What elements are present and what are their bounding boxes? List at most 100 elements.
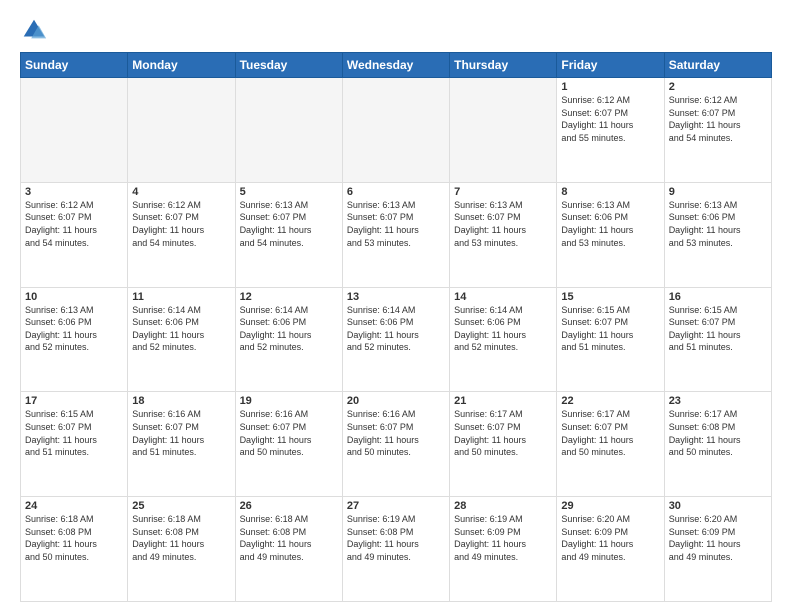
calendar-cell: 30Sunrise: 6:20 AM Sunset: 6:09 PM Dayli… [664, 497, 771, 602]
calendar-cell [235, 78, 342, 183]
calendar-week-3: 10Sunrise: 6:13 AM Sunset: 6:06 PM Dayli… [21, 287, 772, 392]
calendar-header-row: SundayMondayTuesdayWednesdayThursdayFrid… [21, 53, 772, 78]
day-number: 16 [669, 291, 767, 303]
day-info: Sunrise: 6:16 AM Sunset: 6:07 PM Dayligh… [347, 408, 445, 458]
day-number: 30 [669, 500, 767, 512]
day-info: Sunrise: 6:13 AM Sunset: 6:06 PM Dayligh… [25, 304, 123, 354]
calendar-cell: 4Sunrise: 6:12 AM Sunset: 6:07 PM Daylig… [128, 182, 235, 287]
day-info: Sunrise: 6:18 AM Sunset: 6:08 PM Dayligh… [132, 513, 230, 563]
day-info: Sunrise: 6:19 AM Sunset: 6:09 PM Dayligh… [454, 513, 552, 563]
calendar-cell: 14Sunrise: 6:14 AM Sunset: 6:06 PM Dayli… [450, 287, 557, 392]
calendar-cell: 20Sunrise: 6:16 AM Sunset: 6:07 PM Dayli… [342, 392, 449, 497]
day-number: 22 [561, 395, 659, 407]
day-number: 15 [561, 291, 659, 303]
calendar-cell: 10Sunrise: 6:13 AM Sunset: 6:06 PM Dayli… [21, 287, 128, 392]
header [20, 16, 772, 44]
calendar-cell: 8Sunrise: 6:13 AM Sunset: 6:06 PM Daylig… [557, 182, 664, 287]
calendar-cell: 19Sunrise: 6:16 AM Sunset: 6:07 PM Dayli… [235, 392, 342, 497]
day-info: Sunrise: 6:14 AM Sunset: 6:06 PM Dayligh… [240, 304, 338, 354]
calendar-cell: 23Sunrise: 6:17 AM Sunset: 6:08 PM Dayli… [664, 392, 771, 497]
calendar-cell: 22Sunrise: 6:17 AM Sunset: 6:07 PM Dayli… [557, 392, 664, 497]
day-info: Sunrise: 6:20 AM Sunset: 6:09 PM Dayligh… [669, 513, 767, 563]
day-number: 11 [132, 291, 230, 303]
calendar-table: SundayMondayTuesdayWednesdayThursdayFrid… [20, 52, 772, 602]
day-number: 20 [347, 395, 445, 407]
calendar-cell: 28Sunrise: 6:19 AM Sunset: 6:09 PM Dayli… [450, 497, 557, 602]
calendar-cell: 29Sunrise: 6:20 AM Sunset: 6:09 PM Dayli… [557, 497, 664, 602]
calendar-cell: 17Sunrise: 6:15 AM Sunset: 6:07 PM Dayli… [21, 392, 128, 497]
day-number: 12 [240, 291, 338, 303]
calendar-cell: 7Sunrise: 6:13 AM Sunset: 6:07 PM Daylig… [450, 182, 557, 287]
day-info: Sunrise: 6:12 AM Sunset: 6:07 PM Dayligh… [561, 94, 659, 144]
day-info: Sunrise: 6:15 AM Sunset: 6:07 PM Dayligh… [561, 304, 659, 354]
day-info: Sunrise: 6:13 AM Sunset: 6:07 PM Dayligh… [454, 199, 552, 249]
day-number: 28 [454, 500, 552, 512]
day-info: Sunrise: 6:14 AM Sunset: 6:06 PM Dayligh… [347, 304, 445, 354]
day-number: 5 [240, 186, 338, 198]
day-info: Sunrise: 6:14 AM Sunset: 6:06 PM Dayligh… [132, 304, 230, 354]
day-number: 27 [347, 500, 445, 512]
calendar-cell: 3Sunrise: 6:12 AM Sunset: 6:07 PM Daylig… [21, 182, 128, 287]
calendar-cell: 6Sunrise: 6:13 AM Sunset: 6:07 PM Daylig… [342, 182, 449, 287]
calendar-header-monday: Monday [128, 53, 235, 78]
calendar-cell: 11Sunrise: 6:14 AM Sunset: 6:06 PM Dayli… [128, 287, 235, 392]
page: SundayMondayTuesdayWednesdayThursdayFrid… [0, 0, 792, 612]
day-info: Sunrise: 6:15 AM Sunset: 6:07 PM Dayligh… [25, 408, 123, 458]
day-number: 19 [240, 395, 338, 407]
day-info: Sunrise: 6:17 AM Sunset: 6:07 PM Dayligh… [454, 408, 552, 458]
day-number: 3 [25, 186, 123, 198]
day-info: Sunrise: 6:16 AM Sunset: 6:07 PM Dayligh… [240, 408, 338, 458]
day-number: 8 [561, 186, 659, 198]
day-info: Sunrise: 6:12 AM Sunset: 6:07 PM Dayligh… [25, 199, 123, 249]
calendar-week-2: 3Sunrise: 6:12 AM Sunset: 6:07 PM Daylig… [21, 182, 772, 287]
day-number: 18 [132, 395, 230, 407]
day-number: 9 [669, 186, 767, 198]
day-info: Sunrise: 6:12 AM Sunset: 6:07 PM Dayligh… [669, 94, 767, 144]
calendar-cell [450, 78, 557, 183]
calendar-header-thursday: Thursday [450, 53, 557, 78]
calendar-cell: 15Sunrise: 6:15 AM Sunset: 6:07 PM Dayli… [557, 287, 664, 392]
calendar-week-4: 17Sunrise: 6:15 AM Sunset: 6:07 PM Dayli… [21, 392, 772, 497]
day-number: 21 [454, 395, 552, 407]
day-info: Sunrise: 6:16 AM Sunset: 6:07 PM Dayligh… [132, 408, 230, 458]
calendar-cell: 13Sunrise: 6:14 AM Sunset: 6:06 PM Dayli… [342, 287, 449, 392]
calendar-cell [342, 78, 449, 183]
day-info: Sunrise: 6:13 AM Sunset: 6:06 PM Dayligh… [669, 199, 767, 249]
calendar-cell [128, 78, 235, 183]
calendar-week-5: 24Sunrise: 6:18 AM Sunset: 6:08 PM Dayli… [21, 497, 772, 602]
day-info: Sunrise: 6:20 AM Sunset: 6:09 PM Dayligh… [561, 513, 659, 563]
day-number: 2 [669, 81, 767, 93]
calendar-header-wednesday: Wednesday [342, 53, 449, 78]
day-number: 29 [561, 500, 659, 512]
calendar-header-sunday: Sunday [21, 53, 128, 78]
calendar-cell: 2Sunrise: 6:12 AM Sunset: 6:07 PM Daylig… [664, 78, 771, 183]
calendar-cell: 9Sunrise: 6:13 AM Sunset: 6:06 PM Daylig… [664, 182, 771, 287]
day-number: 25 [132, 500, 230, 512]
day-info: Sunrise: 6:19 AM Sunset: 6:08 PM Dayligh… [347, 513, 445, 563]
day-number: 23 [669, 395, 767, 407]
calendar-cell: 24Sunrise: 6:18 AM Sunset: 6:08 PM Dayli… [21, 497, 128, 602]
calendar-header-saturday: Saturday [664, 53, 771, 78]
calendar-cell: 27Sunrise: 6:19 AM Sunset: 6:08 PM Dayli… [342, 497, 449, 602]
day-info: Sunrise: 6:15 AM Sunset: 6:07 PM Dayligh… [669, 304, 767, 354]
calendar-week-1: 1Sunrise: 6:12 AM Sunset: 6:07 PM Daylig… [21, 78, 772, 183]
calendar-cell: 5Sunrise: 6:13 AM Sunset: 6:07 PM Daylig… [235, 182, 342, 287]
day-info: Sunrise: 6:18 AM Sunset: 6:08 PM Dayligh… [25, 513, 123, 563]
day-number: 24 [25, 500, 123, 512]
day-number: 17 [25, 395, 123, 407]
day-number: 10 [25, 291, 123, 303]
logo [20, 16, 52, 44]
day-info: Sunrise: 6:17 AM Sunset: 6:07 PM Dayligh… [561, 408, 659, 458]
day-number: 4 [132, 186, 230, 198]
day-number: 7 [454, 186, 552, 198]
calendar-header-tuesday: Tuesday [235, 53, 342, 78]
calendar-cell: 1Sunrise: 6:12 AM Sunset: 6:07 PM Daylig… [557, 78, 664, 183]
logo-icon [20, 16, 48, 44]
day-number: 13 [347, 291, 445, 303]
calendar-cell: 12Sunrise: 6:14 AM Sunset: 6:06 PM Dayli… [235, 287, 342, 392]
calendar-cell: 26Sunrise: 6:18 AM Sunset: 6:08 PM Dayli… [235, 497, 342, 602]
day-info: Sunrise: 6:13 AM Sunset: 6:07 PM Dayligh… [347, 199, 445, 249]
day-number: 6 [347, 186, 445, 198]
day-info: Sunrise: 6:18 AM Sunset: 6:08 PM Dayligh… [240, 513, 338, 563]
calendar-cell [21, 78, 128, 183]
